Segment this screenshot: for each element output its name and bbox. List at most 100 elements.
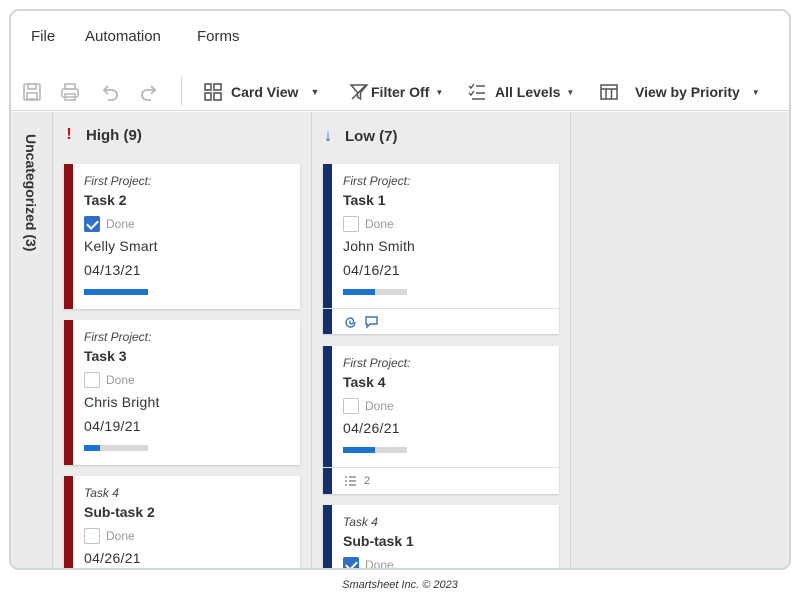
done-checkbox[interactable] [343, 216, 359, 232]
priority-low-arrow-icon: ↓ [323, 126, 333, 145]
done-checkbox-row: Done [84, 372, 135, 388]
undo-icon[interactable] [99, 81, 121, 103]
card-task-4[interactable]: First Project: Task 4 Done 04/26/21 2 [323, 346, 559, 494]
levels-icon [468, 83, 485, 100]
progress-bar [84, 289, 148, 295]
redo-icon[interactable] [138, 81, 160, 103]
lane-header-low: ↓ Low (7) [323, 126, 398, 146]
card-title: Sub-task 1 [343, 533, 414, 549]
card-title: Task 3 [84, 348, 127, 364]
done-checkbox-row: Done [343, 398, 394, 414]
menu-automation[interactable]: Automation [85, 28, 161, 45]
done-label: Done [365, 558, 394, 570]
card-task-3[interactable]: First Project: Task 3 Done Chris Bright … [64, 320, 300, 465]
done-label: Done [106, 529, 135, 543]
card-title: Task 1 [343, 192, 386, 208]
card-parent: First Project: [84, 174, 152, 188]
card-view-dropdown[interactable]: Card View ▼ [203, 77, 319, 107]
toolbar-divider [181, 76, 182, 106]
save-icon[interactable] [21, 81, 43, 103]
levels-label: All Levels [495, 84, 561, 100]
card-sub-task-1[interactable]: Task 4 Sub-task 1 Done [323, 505, 559, 570]
done-checkbox[interactable] [84, 372, 100, 388]
filter-label: Filter Off [371, 84, 430, 100]
toolbar: Card View ▼ Filter Off ▼ All Levels ▼ Vi… [11, 71, 789, 111]
card-parent: Task 4 [343, 515, 378, 529]
progress-fill [343, 289, 375, 295]
card-task-2[interactable]: First Project: Task 2 Done Kelly Smart 0… [64, 164, 300, 309]
progress-fill [343, 447, 375, 453]
lane-header-high: ! High (9) [64, 126, 142, 144]
done-label: Done [365, 217, 394, 231]
card-parent: First Project: [343, 356, 411, 370]
card-view-label: Card View [231, 84, 299, 100]
lane-label-high: High (9) [86, 126, 142, 144]
attachment-icon[interactable] [343, 315, 358, 329]
progress-bar [84, 445, 148, 451]
card-assignee: John Smith [343, 238, 416, 254]
card-parent: Task 4 [84, 486, 119, 500]
card-sub-task-2[interactable]: Task 4 Sub-task 2 Done 04/26/21 [64, 476, 300, 568]
priority-stripe [323, 505, 332, 568]
print-icon[interactable] [59, 81, 81, 103]
done-checkbox-row: Done [84, 528, 135, 544]
card-view-icon [204, 83, 222, 101]
card-assignee: Chris Bright [84, 394, 160, 410]
copyright-credit: Smartsheet Inc. © 2023 [342, 579, 458, 591]
card-footer: 2 [323, 467, 559, 493]
comment-icon[interactable] [364, 315, 379, 329]
card-task-1[interactable]: First Project: Task 1 Done John Smith 04… [323, 164, 559, 334]
done-label: Done [365, 399, 394, 413]
card-date: 04/13/21 [84, 262, 141, 278]
menu-forms[interactable]: Forms [197, 28, 240, 45]
card-footer [323, 308, 559, 334]
subtask-count: 2 [364, 475, 371, 487]
lane-low: ↓ Low (7) First Project: Task 1 Done Joh… [313, 112, 571, 570]
menu-bar: File Automation Forms [11, 11, 789, 65]
card-title: Task 2 [84, 192, 127, 208]
lane-high: ! High (9) First Project: Task 2 Done Ke… [54, 112, 312, 568]
card-title: Sub-task 2 [84, 504, 155, 520]
card-assignee: Kelly Smart [84, 238, 158, 254]
filter-dropdown[interactable]: Filter Off ▼ [349, 77, 443, 107]
chevron-down-icon: ▼ [310, 87, 320, 97]
done-checkbox-row: Done [343, 216, 394, 232]
done-checkbox-row: Done [84, 216, 135, 232]
board: Uncategorized (3) ! High (9) First Proje… [11, 112, 789, 570]
done-checkbox[interactable] [343, 398, 359, 414]
uncategorized-lane[interactable]: Uncategorized (3) [11, 112, 53, 568]
progress-bar [343, 447, 407, 453]
app-window: File Automation Forms Card View ▼ Filter… [9, 9, 791, 570]
priority-stripe [64, 476, 73, 568]
uncategorized-label: Uncategorized (3) [23, 134, 39, 252]
priority-stripe [64, 320, 73, 465]
card-date: 04/26/21 [343, 420, 400, 436]
card-title: Task 4 [343, 374, 386, 390]
done-label: Done [106, 373, 135, 387]
priority-stripe [64, 164, 73, 309]
table-icon [600, 84, 618, 100]
done-label: Done [106, 217, 135, 231]
done-checkbox[interactable] [84, 216, 100, 232]
chevron-down-icon: ▼ [566, 87, 575, 97]
menu-file[interactable]: File [31, 28, 55, 45]
priority-high-icon: ! [66, 126, 72, 143]
card-date: 04/16/21 [343, 262, 400, 278]
levels-dropdown[interactable]: All Levels ▼ [467, 77, 574, 107]
chevron-down-icon: ▼ [435, 87, 444, 97]
subtasks-icon[interactable] [343, 474, 358, 488]
done-checkbox-row: Done [343, 557, 394, 570]
progress-fill [84, 289, 148, 295]
empty-lane-area [572, 112, 789, 568]
progress-bar [343, 289, 407, 295]
view-by-dropdown[interactable]: View by Priority ▼ [599, 77, 760, 107]
done-checkbox[interactable] [343, 557, 359, 568]
card-parent: First Project: [343, 174, 411, 188]
done-checkbox[interactable] [84, 528, 100, 544]
lane-label-low: Low (7) [345, 127, 398, 145]
progress-fill [84, 445, 100, 451]
filter-icon [349, 84, 369, 101]
card-parent: First Project: [84, 330, 152, 344]
chevron-down-icon: ▼ [751, 87, 760, 97]
card-date: 04/26/21 [84, 550, 141, 566]
